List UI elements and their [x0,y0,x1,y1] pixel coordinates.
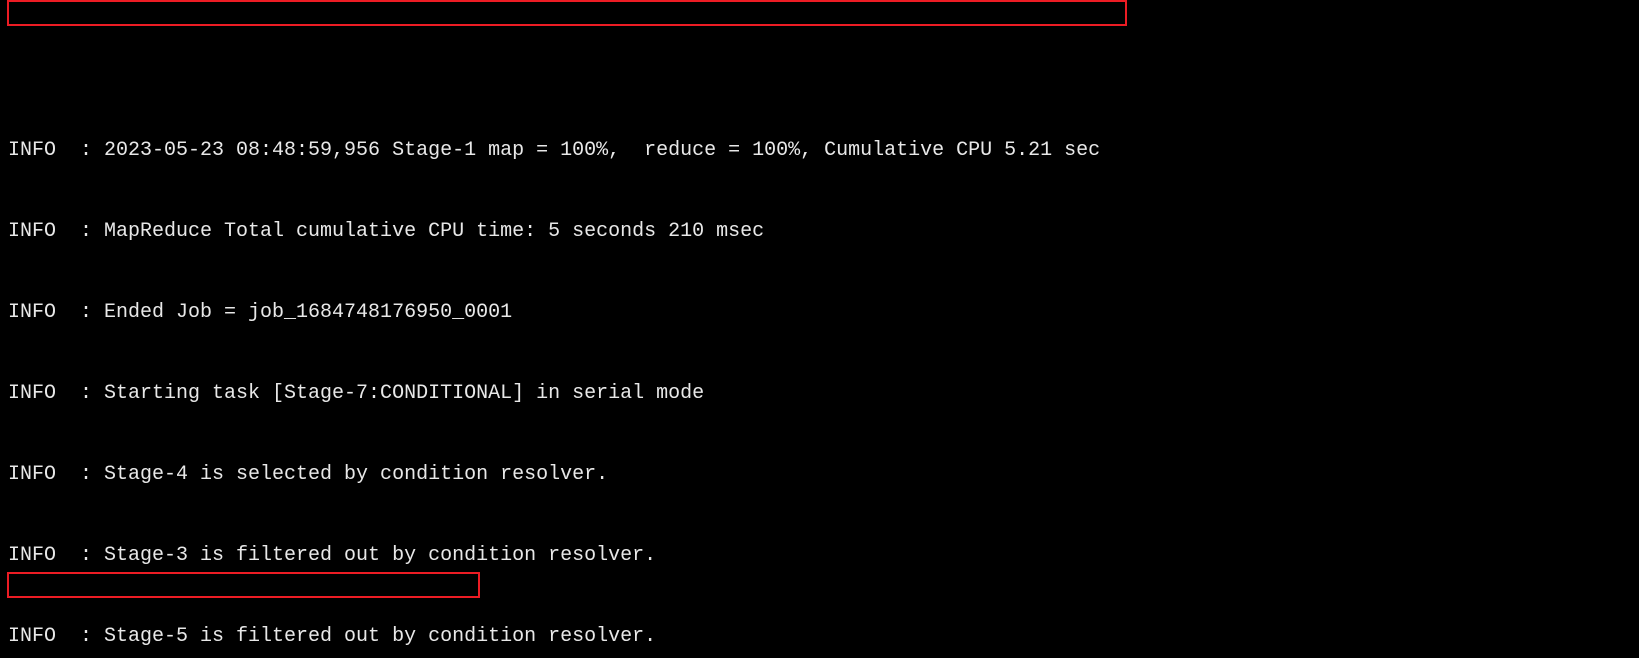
log-line: INFO : 2023-05-23 08:48:59,956 Stage-1 m… [8,137,1639,164]
highlight-box-top [7,0,1127,26]
log-line: INFO : Starting task [Stage-7:CONDITIONA… [8,380,1639,407]
log-line: INFO : MapReduce Total cumulative CPU ti… [8,218,1639,245]
log-line: INFO : Ended Job = job_1684748176950_000… [8,299,1639,326]
highlight-box-bottom [7,572,480,598]
log-line: INFO : Stage-4 is selected by condition … [8,461,1639,488]
terminal-output[interactable]: INFO : 2023-05-23 08:48:59,956 Stage-1 m… [0,0,1639,658]
log-line: INFO : Stage-3 is filtered out by condit… [8,542,1639,569]
log-line: INFO : Stage-5 is filtered out by condit… [8,623,1639,650]
